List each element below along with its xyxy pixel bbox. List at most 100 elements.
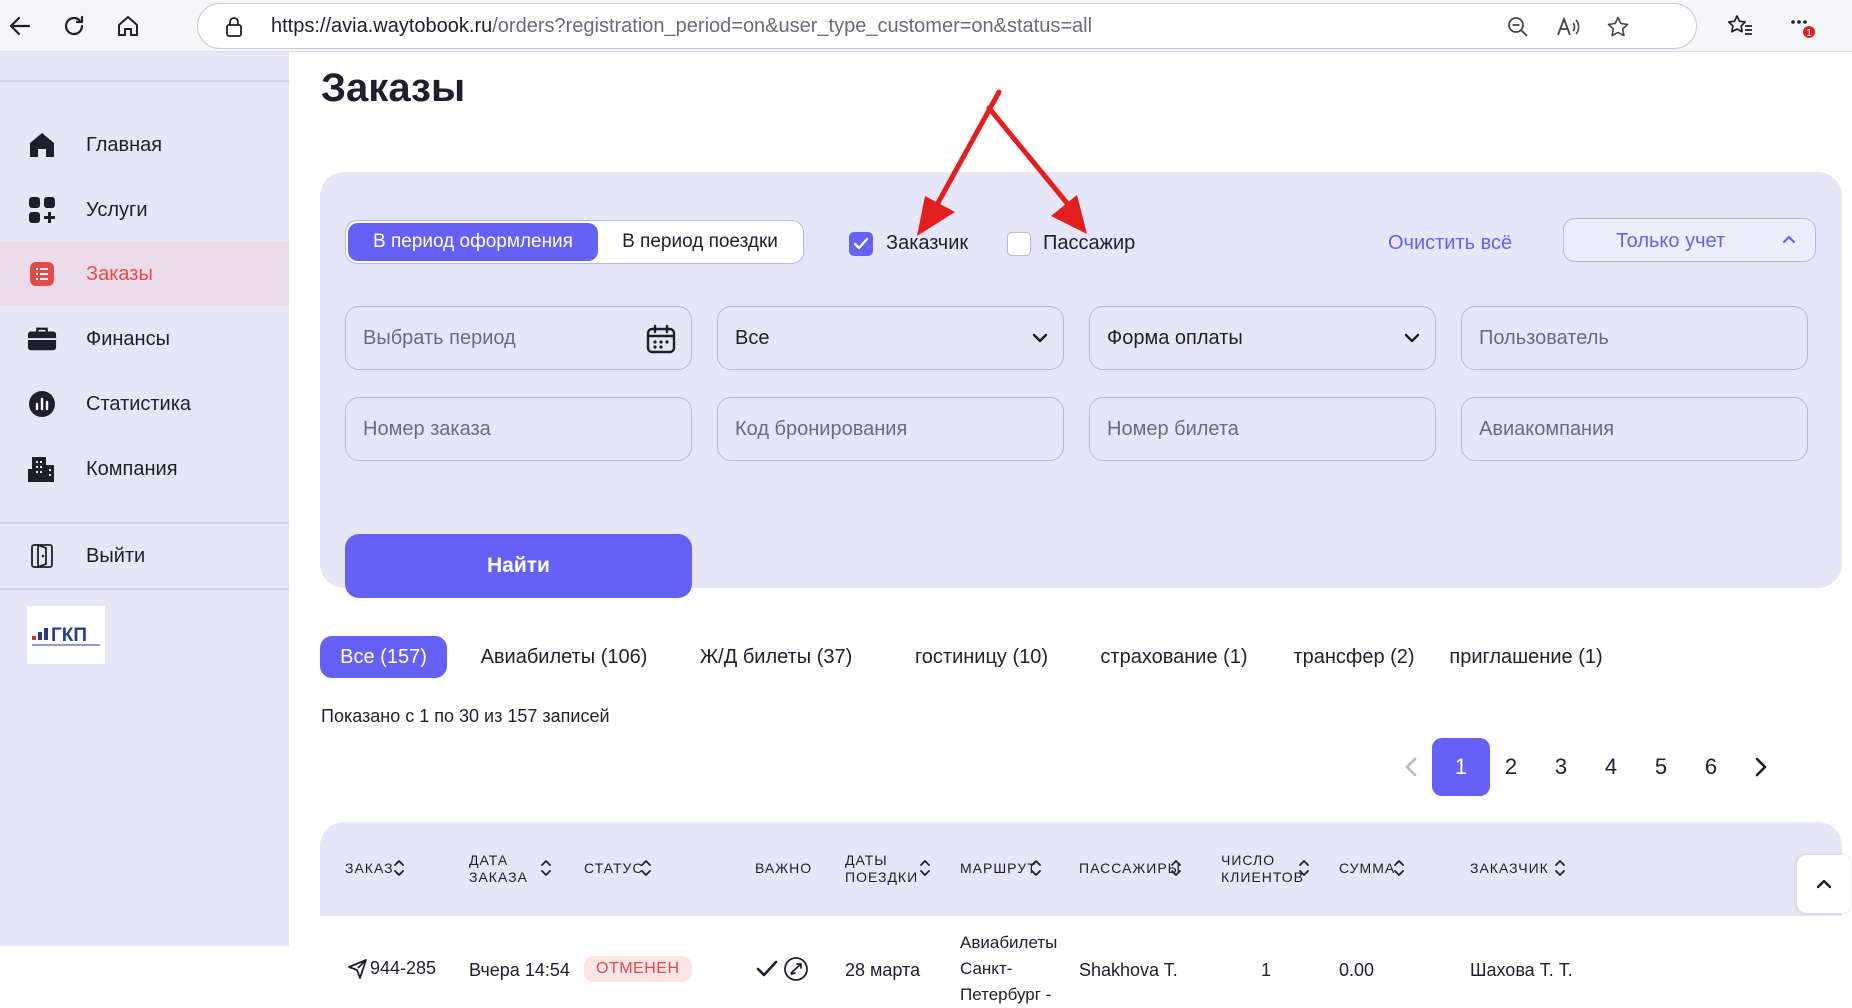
status-select[interactable]: Все [717,306,1064,370]
period-toggle: В период оформления В период поездки [345,220,804,264]
logo-text: ГКП [51,625,87,646]
col-header-route[interactable]: Маршрут [960,860,1037,877]
sidebar-divider [0,80,289,82]
sort-icon[interactable] [1298,858,1310,878]
read-aloud-icon[interactable] [1554,13,1582,41]
sort-icon[interactable] [1393,858,1405,878]
find-button[interactable]: Найти [345,534,692,598]
page-title: Заказы [321,66,466,110]
table-row[interactable]: 944-285 Вчера 14:54 ОТМЕНЕН 28 марта Ави… [320,916,1842,1004]
sidebar-item-logout[interactable]: Выйти [0,524,289,588]
tab-rail-tickets[interactable]: Ж/Д билеты (37) [681,636,871,678]
tab-hotel[interactable]: гостиницу (10) [894,636,1069,678]
sidebar-item-finance[interactable]: Финансы [0,307,289,371]
sidebar-item-company[interactable]: Компания [0,437,289,501]
orders-icon [27,259,57,289]
cell-order-date: Вчера 14:54 [469,960,570,980]
col-header-status[interactable]: Статус [584,860,644,877]
order-number-field[interactable]: Номер заказа [345,397,692,461]
booking-code-placeholder: Код бронирования [735,418,908,440]
reload-icon[interactable] [56,8,92,44]
clear-all-link[interactable]: Очистить всё [1388,232,1512,255]
chevron-up-icon [1781,231,1797,252]
more-menu-icon[interactable]: 1 [1784,8,1820,44]
tab-insurance[interactable]: страхование (1) [1084,636,1264,678]
booking-code-field[interactable]: Код бронирования [717,397,1064,461]
payment-form-value: Форма оплаты [1107,327,1243,349]
period-trip-button[interactable]: В период поездки [600,223,800,261]
sidebar-item-statistics[interactable]: Статистика [0,372,289,436]
col-header-trip-dates[interactable]: Даты поездки [845,852,918,886]
tab-air-tickets[interactable]: Авиабилеты (106) [464,636,664,678]
cell-route: Авиабилеты Санкт- Петербург - [960,933,1058,1004]
tab-invitation[interactable]: приглашение (1) [1441,636,1611,678]
table-header: Заказ Дата заказа Статус Важно Даты поездк… [320,822,1842,916]
cell-trip-dates: 28 марта [845,960,921,980]
col-header-order-date[interactable]: Дата заказа [469,852,528,886]
next-page-button[interactable] [1732,738,1790,796]
records-shown-text: Показано с 1 по 30 из 157 записей [321,706,610,726]
period-picker-field[interactable]: Выбрать период [345,306,692,370]
annotation-arrow-right [986,105,1087,234]
sort-icon[interactable] [1554,858,1566,878]
period-picker-placeholder: Выбрать период [363,327,516,349]
sidebar-item-services[interactable]: Услуги [0,178,289,242]
scroll-to-top-button[interactable] [1797,855,1851,913]
customer-checkbox[interactable] [849,232,873,256]
status-badge: ОТМЕНЕН [584,956,692,982]
sidebar-item-home[interactable]: Главная [0,113,289,177]
company-logo: ГКП [27,606,105,664]
zoom-out-icon[interactable] [1504,13,1532,41]
sort-icon[interactable] [540,858,552,878]
plane-icon [348,959,367,979]
cell-clients-count: 1 [1261,960,1272,980]
services-icon [27,195,57,225]
chevron-up-icon [1816,879,1832,889]
favorite-star-icon[interactable] [1604,13,1632,41]
home-browser-icon[interactable] [110,8,146,44]
user-field[interactable]: Пользователь [1461,306,1808,370]
address-bar[interactable]: https://avia.waytobook.ru/orders?registr… [197,3,1697,49]
sort-icon[interactable] [919,858,931,878]
col-header-sum[interactable]: Сумма [1339,860,1395,877]
col-header-important: Важно [755,860,813,876]
cell-order-number[interactable]: 944-285 [370,958,436,979]
plane-circle-icon[interactable] [783,956,809,982]
ticket-number-field[interactable]: Номер билета [1089,397,1436,461]
airline-field[interactable]: Авиакомпания [1461,397,1808,461]
checkmark-icon[interactable] [756,960,778,978]
sort-icon[interactable] [640,858,652,878]
sidebar-item-label: Заказы [86,263,153,285]
favorites-icon[interactable] [1722,8,1758,44]
sidebar-item-orders[interactable]: Заказы [0,242,289,306]
url-text[interactable]: https://avia.waytobook.ru/orders?registr… [271,15,1092,38]
notification-count: 1 [1806,28,1812,39]
payment-form-select[interactable]: Форма оплаты [1089,306,1436,370]
period-registration-button[interactable]: В период оформления [348,223,598,261]
col-header-clients-count[interactable]: Число клиентов [1221,852,1304,886]
home-icon [27,130,57,160]
sidebar-item-label: Выйти [86,545,146,567]
lock-icon[interactable] [220,13,248,41]
sort-icon[interactable] [393,858,405,878]
chevron-down-icon [1403,329,1421,352]
col-header-passengers[interactable]: Пассажиры [1079,860,1181,877]
calendar-icon[interactable] [645,323,677,360]
col-header-customer[interactable]: Заказчик [1470,860,1549,877]
airline-placeholder: Авиакомпания [1479,418,1615,440]
sort-icon[interactable] [1030,858,1042,878]
building-icon [27,454,57,484]
accounting-dropdown[interactable]: Только учет [1563,218,1816,262]
stats-icon [27,389,57,419]
tab-all[interactable]: Все (157) [320,636,447,678]
cell-customer: Шахова Т. Т. [1470,960,1573,980]
sort-icon[interactable] [1170,858,1182,878]
browser-toolbar: https://avia.waytobook.ru/orders?registr… [0,0,1852,52]
sidebar-divider [0,588,289,590]
chevron-down-icon [1031,329,1049,352]
col-header-order[interactable]: Заказ [345,860,394,877]
sidebar: Главная Услуги Заказы Финансы Статистика… [0,52,289,946]
tab-transfer[interactable]: трансфер (2) [1289,636,1419,678]
sidebar-item-label: Услуги [86,199,148,221]
back-icon[interactable] [2,8,38,44]
